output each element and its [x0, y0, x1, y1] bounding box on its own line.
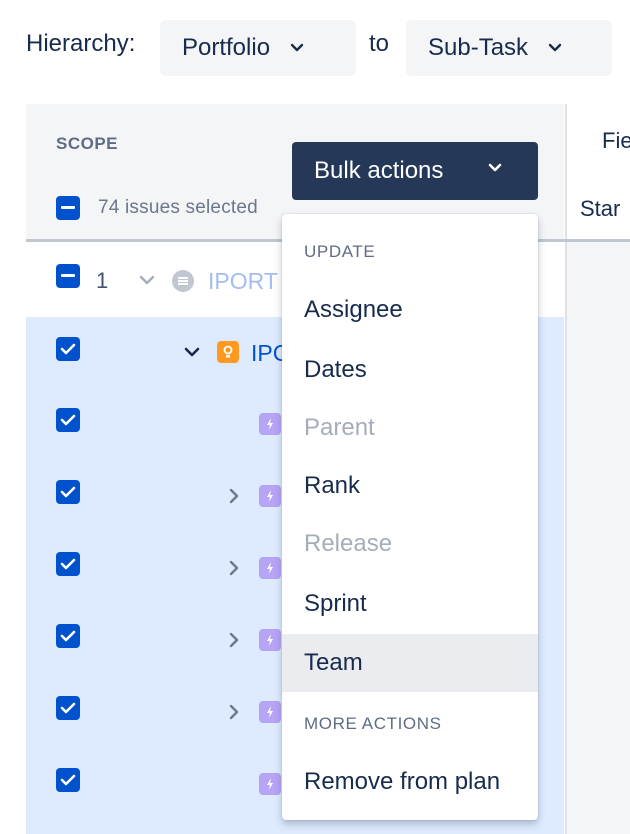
subtask-icon	[259, 701, 281, 723]
chevron-right-icon[interactable]	[229, 560, 240, 576]
checkmark-icon	[60, 774, 76, 786]
menu-item-label: Rank	[304, 472, 361, 499]
hierarchy-label: Hierarchy:	[26, 30, 136, 57]
plan-view: Hierarchy: Portfolio to Sub-Task Fie Sta…	[0, 0, 630, 834]
hierarchy-to-select[interactable]: Sub-Task	[406, 20, 612, 76]
subtask-icon	[259, 413, 281, 435]
start-date-column-header[interactable]: Star	[580, 196, 620, 222]
menu-heading-more-actions: MORE ACTIONS	[304, 714, 442, 733]
chevron-down-icon	[488, 163, 502, 173]
checkmark-icon	[60, 486, 76, 498]
menu-item-label: Team	[304, 649, 363, 676]
menu-item-release: Release	[282, 515, 538, 573]
scope-title: SCOPE	[56, 134, 119, 153]
row-checkbox[interactable]	[56, 768, 80, 792]
bulk-actions-label: Bulk actions	[314, 157, 444, 184]
bulk-actions-menu: UPDATE Assignee Dates Parent Rank Releas…	[282, 214, 538, 820]
checkmark-icon	[60, 630, 76, 642]
subtask-icon	[259, 773, 281, 795]
menu-heading-update: UPDATE	[304, 242, 376, 261]
issues-selected-count: 74 issues selected	[98, 197, 258, 218]
bulk-actions-button[interactable]: Bulk actions	[292, 142, 538, 200]
hierarchy-to-label: to	[369, 30, 390, 57]
chevron-down-icon	[290, 43, 304, 53]
chevron-down-icon[interactable]	[139, 275, 155, 286]
menu-item-team[interactable]: Team	[282, 634, 538, 692]
subtask-icon	[259, 557, 281, 579]
menu-item-remove-from-plan[interactable]: Remove from plan	[282, 753, 538, 811]
timeline-area	[567, 242, 630, 834]
menu-item-label: Dates	[304, 356, 367, 383]
issue-key-link[interactable]: IPORT	[208, 268, 278, 295]
idea-icon	[217, 341, 239, 363]
menu-item-label: Assignee	[304, 296, 403, 323]
row-checkbox[interactable]	[56, 408, 80, 432]
menu-item-assignee[interactable]: Assignee	[282, 281, 538, 339]
portfolio-icon	[172, 270, 194, 292]
checkmark-icon	[60, 414, 76, 426]
subtask-icon	[259, 629, 281, 651]
chevron-right-icon[interactable]	[229, 488, 240, 504]
row-checkbox[interactable]	[56, 552, 80, 576]
row-checkbox[interactable]	[56, 480, 80, 504]
fields-label: Fie	[602, 128, 630, 153]
menu-item-rank[interactable]: Rank	[282, 457, 538, 515]
checkmark-icon	[60, 343, 76, 355]
menu-item-label: Release	[304, 530, 393, 557]
menu-item-sprint[interactable]: Sprint	[282, 575, 538, 633]
chevron-right-icon[interactable]	[229, 632, 240, 648]
subtask-icon	[259, 485, 281, 507]
row-checkbox-indeterminate[interactable]	[56, 264, 80, 288]
minus-icon	[61, 274, 75, 277]
menu-item-parent: Parent	[282, 399, 538, 457]
row-number: 1	[96, 268, 109, 293]
menu-item-label: Remove from plan	[304, 768, 501, 795]
chevron-down-icon	[548, 43, 562, 53]
checkmark-icon	[60, 558, 76, 570]
chevron-right-icon[interactable]	[229, 704, 240, 720]
checkmark-icon	[60, 702, 76, 714]
select-all-checkbox[interactable]	[56, 196, 80, 220]
minus-icon	[61, 206, 75, 209]
hierarchy-to-value: Sub-Task	[428, 34, 529, 61]
row-checkbox[interactable]	[56, 337, 80, 361]
row-checkbox[interactable]	[56, 696, 80, 720]
hierarchy-from-value: Portfolio	[182, 34, 271, 61]
menu-item-label: Sprint	[304, 590, 367, 617]
chevron-down-icon[interactable]	[184, 347, 200, 358]
row-checkbox[interactable]	[56, 624, 80, 648]
menu-item-dates[interactable]: Dates	[282, 341, 538, 399]
hierarchy-from-select[interactable]: Portfolio	[160, 20, 356, 76]
menu-item-label: Parent	[304, 414, 375, 441]
